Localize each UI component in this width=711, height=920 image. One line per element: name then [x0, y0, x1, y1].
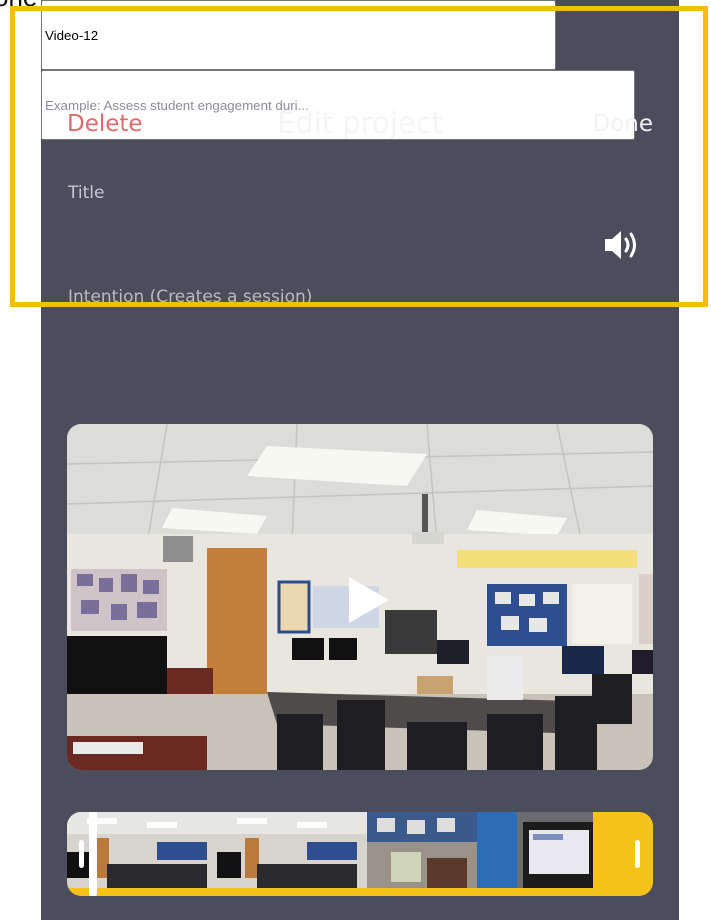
timeline-left-handle[interactable]: [79, 840, 84, 868]
timeline-right-handle[interactable]: [635, 840, 640, 868]
timeline-thumbnails: [67, 812, 593, 888]
edit-project-screen: Delete Edit project Done Title Intention…: [41, 0, 679, 920]
page-title: Edit project: [276, 106, 444, 140]
timeline-playhead[interactable]: [89, 812, 97, 896]
video-preview[interactable]: [67, 424, 653, 770]
timeline-thumbnail: [477, 812, 593, 888]
title-field-label: Title: [68, 183, 105, 203]
video-trim-timeline[interactable]: [67, 812, 653, 896]
cropped-corner-text: one: [0, 0, 37, 13]
timeline-thumbnail: [367, 812, 477, 888]
done-button[interactable]: Done: [592, 111, 653, 137]
speaker-volume-icon[interactable]: [602, 227, 640, 263]
play-icon[interactable]: [345, 574, 391, 626]
timeline-thumbnail: [217, 812, 367, 888]
intention-field-label: Intention (Creates a session): [68, 287, 313, 307]
title-input[interactable]: [41, 0, 556, 70]
